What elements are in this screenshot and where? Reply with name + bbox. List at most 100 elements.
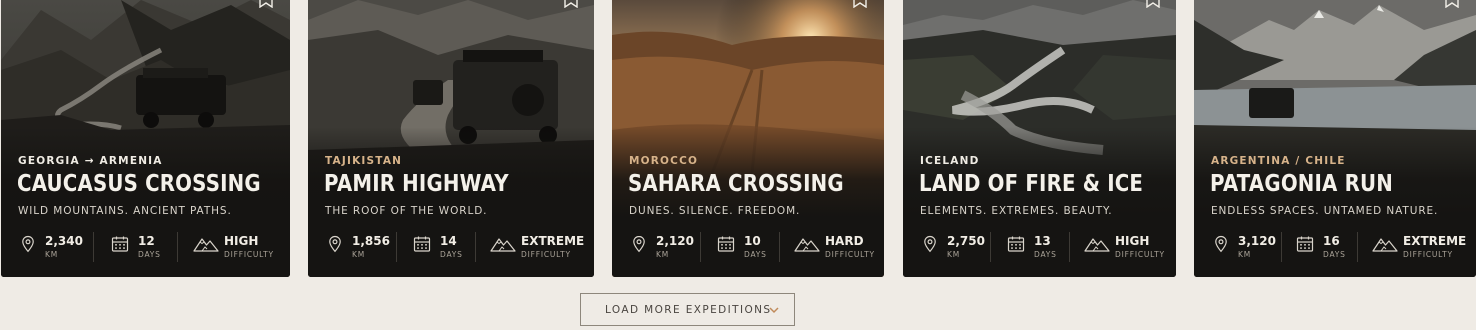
distance-unit: KM [947, 250, 960, 259]
difficulty-value: EXTREME [1403, 234, 1467, 248]
stat-divider [475, 232, 476, 262]
load-more-button[interactable]: LOAD MORE EXPEDITIONS [580, 293, 795, 326]
calendar-icon [412, 234, 432, 254]
distance-value: 1,856 [352, 234, 390, 248]
distance-unit: KM [656, 250, 669, 259]
stat-divider [1069, 232, 1070, 262]
stat-divider [779, 232, 780, 262]
difficulty-unit: DIFFICULTY [224, 250, 274, 259]
difficulty-value: HIGH [224, 234, 259, 248]
difficulty-value: HARD [825, 234, 864, 248]
distance-value: 2,120 [656, 234, 694, 248]
expedition-card-sahara[interactable]: MOROCCO SAHARA CROSSING DUNES. SILENCE. … [612, 0, 884, 277]
card-stats: 2,750 KM 13 DAYS HIGH DIFFICULTY [903, 230, 1176, 264]
card-stats: 3,120 KM 16 DAYS EXTREME DIFFICULTY [1194, 230, 1476, 264]
card-tagline: WILD MOUNTAINS. ANCIENT PATHS. [18, 205, 232, 217]
stat-divider [990, 232, 991, 262]
card-title: LAND OF FIRE & ICE [919, 171, 1144, 197]
map-pin-icon [920, 234, 940, 254]
duration-unit: DAYS [1034, 250, 1057, 259]
difficulty-unit: DIFFICULTY [521, 250, 571, 259]
expedition-card-patagonia[interactable]: ARGENTINA / CHILE PATAGONIA RUN ENDLESS … [1194, 0, 1476, 277]
duration-value: 14 [440, 234, 457, 248]
bookmark-icon[interactable] [258, 0, 274, 8]
mountain-icon [1372, 234, 1398, 254]
card-tagline: ELEMENTS. EXTREMES. BEAUTY. [920, 205, 1113, 217]
difficulty-value: HIGH [1115, 234, 1150, 248]
mountain-icon [490, 234, 516, 254]
difficulty-unit: DIFFICULTY [1403, 250, 1453, 259]
stat-divider [700, 232, 701, 262]
duration-unit: DAYS [440, 250, 463, 259]
calendar-icon [1295, 234, 1315, 254]
bookmark-icon[interactable] [852, 0, 868, 8]
duration-value: 16 [1323, 234, 1340, 248]
card-stats: 2,120 KM 10 DAYS HARD DIFFICULTY [612, 230, 884, 264]
duration-unit: DAYS [138, 250, 161, 259]
map-pin-icon [325, 234, 345, 254]
card-region: GEORGIA → ARMENIA [18, 155, 163, 167]
card-tagline: THE ROOF OF THE WORLD. [325, 205, 488, 217]
duration-unit: DAYS [1323, 250, 1346, 259]
duration-value: 12 [138, 234, 155, 248]
card-title: CAUCASUS CROSSING [17, 171, 261, 197]
card-stats: 2,340 KM 12 DAYS HIGH DIFFICULTY [1, 230, 290, 264]
stat-divider [396, 232, 397, 262]
stat-divider [1281, 232, 1282, 262]
load-more-label: LOAD MORE EXPEDITIONS [605, 304, 772, 316]
bookmark-icon[interactable] [563, 0, 579, 8]
expedition-card-pamir[interactable]: TAJIKISTAN PAMIR HIGHWAY THE ROOF OF THE… [308, 0, 594, 277]
card-region: TAJIKISTAN [325, 155, 403, 167]
card-title: PATAGONIA RUN [1210, 171, 1393, 197]
difficulty-value: EXTREME [521, 234, 585, 248]
difficulty-unit: DIFFICULTY [825, 250, 875, 259]
mountain-icon [794, 234, 820, 254]
distance-value: 3,120 [1238, 234, 1276, 248]
map-pin-icon [629, 234, 649, 254]
stat-duration: 12 DAYS [110, 230, 175, 264]
stat-divider [93, 232, 94, 262]
duration-value: 10 [744, 234, 761, 248]
calendar-icon [110, 234, 130, 254]
difficulty-unit: DIFFICULTY [1115, 250, 1165, 259]
calendar-icon [1006, 234, 1026, 254]
stat-duration: 10 DAYS [716, 230, 781, 264]
distance-unit: KM [45, 250, 58, 259]
stat-divider [1357, 232, 1358, 262]
expedition-card-caucasus[interactable]: GEORGIA → ARMENIA CAUCASUS CROSSING WILD… [1, 0, 290, 277]
distance-value: 2,340 [45, 234, 83, 248]
stat-distance: 3,120 KM [1211, 230, 1286, 264]
card-title: PAMIR HIGHWAY [324, 171, 509, 197]
distance-value: 2,750 [947, 234, 985, 248]
stat-duration: 14 DAYS [412, 230, 477, 264]
mountain-icon [1084, 234, 1110, 254]
card-title: SAHARA CROSSING [628, 171, 844, 197]
map-pin-icon [1211, 234, 1231, 254]
stat-duration: 13 DAYS [1006, 230, 1071, 264]
stat-distance: 2,750 KM [920, 230, 995, 264]
card-region: ARGENTINA / CHILE [1211, 155, 1346, 167]
bookmark-icon[interactable] [1444, 0, 1460, 8]
expedition-card-iceland[interactable]: ICELAND LAND OF FIRE & ICE ELEMENTS. EXT… [903, 0, 1176, 277]
duration-unit: DAYS [744, 250, 767, 259]
mountain-icon [193, 234, 219, 254]
stat-duration: 16 DAYS [1295, 230, 1360, 264]
stat-difficulty: HIGH DIFFICULTY [193, 230, 283, 264]
stat-distance: 2,120 KM [629, 230, 704, 264]
duration-value: 13 [1034, 234, 1051, 248]
stat-difficulty: EXTREME DIFFICULTY [1372, 230, 1472, 264]
stat-distance: 1,856 KM [325, 230, 400, 264]
stat-difficulty: HIGH DIFFICULTY [1084, 230, 1172, 264]
stat-divider [177, 232, 178, 262]
card-region: ICELAND [920, 155, 980, 167]
card-region: MOROCCO [629, 155, 699, 167]
stat-distance: 2,340 KM [18, 230, 93, 264]
chevron-down-icon [769, 307, 779, 314]
distance-unit: KM [1238, 250, 1251, 259]
stat-difficulty: EXTREME DIFFICULTY [490, 230, 590, 264]
card-stats: 1,856 KM 14 DAYS EXTREME DIFFICULTY [308, 230, 594, 264]
map-pin-icon [18, 234, 38, 254]
stat-difficulty: HARD DIFFICULTY [794, 230, 879, 264]
bookmark-icon[interactable] [1145, 0, 1161, 8]
card-tagline: DUNES. SILENCE. FREEDOM. [629, 205, 801, 217]
